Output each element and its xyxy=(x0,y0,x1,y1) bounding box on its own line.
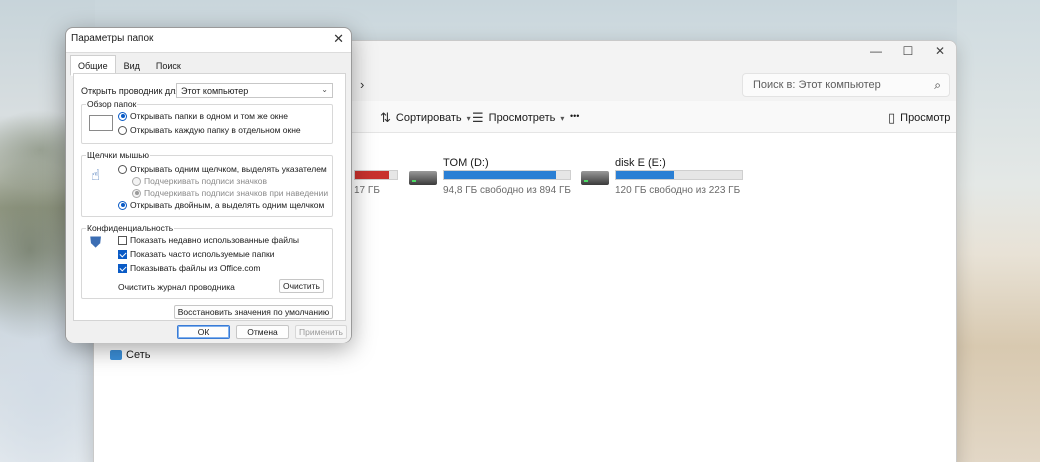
radio-unselected[interactable] xyxy=(118,164,127,174)
apply-button[interactable]: Применить xyxy=(295,325,347,339)
hard-drive-icon xyxy=(409,171,437,185)
folder-window-illustration-icon xyxy=(89,115,113,131)
option-label: Открывать одним щелчком, выделять указат… xyxy=(130,164,327,174)
single-click-option[interactable]: Открывать одним щелчком, выделять указат… xyxy=(118,164,327,174)
dialog-body: Общие Вид Поиск Открыть проводник для: Э… xyxy=(66,52,351,322)
minimize-button[interactable]: — xyxy=(860,41,892,61)
drive-usage-fill xyxy=(616,171,674,179)
open-explorer-value: Этот компьютер xyxy=(181,86,249,96)
mouse-clicks-group: Щелчки мышью ☝ Открывать одним щелчком, … xyxy=(81,150,333,217)
chevron-down-icon: ▾ xyxy=(466,113,471,123)
restore-defaults-button[interactable]: Восстановить значения по умолчанию xyxy=(174,305,333,319)
sort-icon: ⇅ xyxy=(380,110,391,125)
view-label: Просмотреть xyxy=(488,112,556,124)
network-label: Сеть xyxy=(126,349,151,361)
checkbox-unchecked[interactable] xyxy=(118,235,127,245)
drive-free-space: 17 ГБ xyxy=(354,185,380,196)
clear-history-button[interactable]: Очистить xyxy=(279,279,324,293)
desktop-wallpaper-right xyxy=(957,0,1040,462)
view-icon: ☰ xyxy=(472,110,484,125)
open-explorer-select[interactable]: Этот компьютер ⌄ xyxy=(176,83,333,98)
view-button[interactable]: ☰ Просмотреть ▾ xyxy=(472,110,564,126)
radio-selected[interactable] xyxy=(118,200,127,210)
underline-always-option: Подчеркивать подписи значков xyxy=(132,176,267,186)
breadcrumb-chevron-icon[interactable]: › xyxy=(360,77,364,92)
preview-pane-icon: ▯ xyxy=(888,110,896,125)
clear-history-label: Очистить журнал проводника xyxy=(118,282,235,292)
hard-drive-icon xyxy=(581,171,609,185)
drive-usage-bar xyxy=(354,170,398,180)
browse-folders-group: Обзор папок Открывать папки в одном и то… xyxy=(81,99,333,144)
preview-pane-button[interactable]: ▯ Просмотр xyxy=(888,110,950,126)
sort-label: Сортировать xyxy=(395,112,462,124)
window-controls: — ☐ ✕ xyxy=(860,41,956,61)
checkbox-checked[interactable] xyxy=(118,263,127,273)
group-title: Щелчки мышью xyxy=(86,150,151,160)
open-explorer-label: Открыть проводник для: xyxy=(81,86,183,96)
option-label: Показать недавно использованные файлы xyxy=(130,235,300,245)
search-icon: ⌕ xyxy=(934,78,941,92)
privacy-group: Конфиденциальность ⛊ Показать недавно ис… xyxy=(81,223,333,299)
dialog-title: Параметры папок xyxy=(71,33,154,44)
group-title: Конфиденциальность xyxy=(86,223,175,233)
privacy-shield-icon: ⛊ xyxy=(90,234,102,251)
option-label: Показать часто используемые папки xyxy=(130,249,275,259)
drive-usage-bar xyxy=(443,170,571,180)
drive-usage-fill xyxy=(444,171,557,179)
ok-button[interactable]: ОК xyxy=(177,325,230,339)
double-click-option[interactable]: Открывать двойным, а выделять одним щелч… xyxy=(118,200,324,210)
radio-disabled-selected xyxy=(132,188,141,198)
radio-disabled xyxy=(132,176,141,186)
chevron-down-icon: ⌄ xyxy=(321,85,328,94)
option-label: Открывать каждую папку в отдельном окне xyxy=(130,125,301,135)
browse-new-window-option[interactable]: Открывать каждую папку в отдельном окне xyxy=(118,125,301,135)
show-recent-files-option[interactable]: Показать недавно использованные файлы xyxy=(118,235,299,245)
option-label: Показывать файлы из Office.com xyxy=(130,263,261,273)
option-label: Подчеркивать подписи значков xyxy=(144,176,268,186)
drive-free-space: 94,8 ГБ свободно из 894 ГБ xyxy=(443,185,571,196)
dialog-footer: ОК Отмена Применить xyxy=(66,322,351,343)
browse-same-window-option[interactable]: Открывать папки в одном и том же окне xyxy=(118,111,288,121)
search-input[interactable]: Поиск в: Этот компьютер ⌕ xyxy=(742,73,950,97)
sort-button[interactable]: ⇅ Сортировать ▾ xyxy=(380,110,471,126)
option-label: Подчеркивать подписи значков при наведен… xyxy=(144,188,329,198)
nav-item-network[interactable]: Сеть xyxy=(110,349,150,361)
show-frequent-folders-option[interactable]: Показать часто используемые папки xyxy=(118,249,274,259)
radio-unselected[interactable] xyxy=(118,125,127,135)
close-window-button[interactable]: ✕ xyxy=(924,41,956,61)
option-label: Открывать папки в одном и том же окне xyxy=(130,111,288,121)
underline-hover-option: Подчеркивать подписи значков при наведен… xyxy=(132,188,328,198)
pointer-click-icon: ☝ xyxy=(91,167,101,184)
search-placeholder: Поиск в: Этот компьютер xyxy=(753,79,881,91)
drive-name: TOM (D:) xyxy=(443,157,489,169)
cancel-button[interactable]: Отмена xyxy=(236,325,289,339)
maximize-button[interactable]: ☐ xyxy=(892,41,924,61)
drive-usage-bar xyxy=(615,170,743,180)
drive-name: disk E (E:) xyxy=(615,157,666,169)
chevron-down-icon: ▾ xyxy=(560,113,565,123)
drive-usage-fill xyxy=(355,171,390,179)
general-tab-panel: Открыть проводник для: Этот компьютер ⌄ … xyxy=(73,73,346,321)
preview-label: Просмотр xyxy=(900,112,951,124)
dialog-close-button[interactable]: ✕ xyxy=(333,31,344,47)
checkbox-checked[interactable] xyxy=(118,249,127,259)
network-icon xyxy=(110,350,122,360)
folder-options-dialog: Параметры папок ✕ Общие Вид Поиск Открыт… xyxy=(65,27,352,343)
option-label: Открывать двойным, а выделять одним щелч… xyxy=(130,200,325,210)
show-office-files-option[interactable]: Показывать файлы из Office.com xyxy=(118,263,260,273)
more-options-button[interactable]: ••• xyxy=(570,111,579,121)
radio-selected[interactable] xyxy=(118,111,127,121)
group-title: Обзор папок xyxy=(86,99,138,109)
drive-free-space: 120 ГБ свободно из 223 ГБ xyxy=(615,185,741,196)
